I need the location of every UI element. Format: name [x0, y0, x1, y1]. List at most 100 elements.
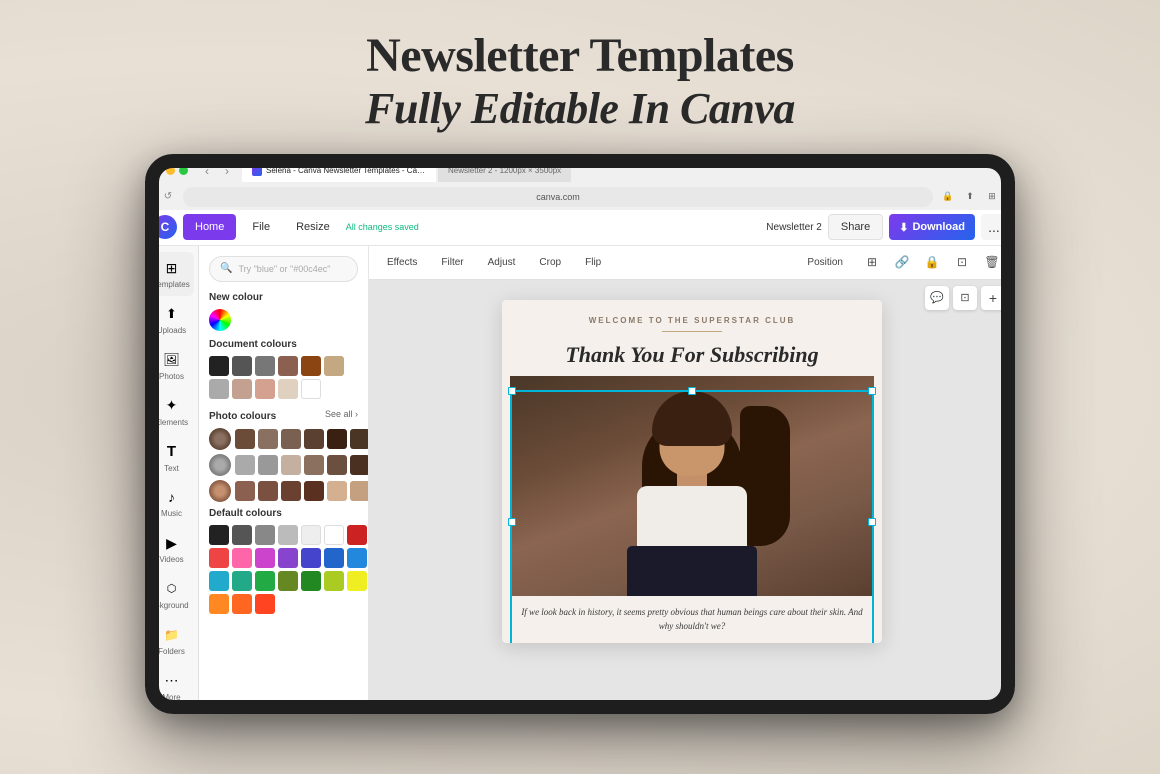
tab-active[interactable]: Selena - Canva Newsletter Templates - Ca… — [242, 160, 436, 182]
address-bar[interactable]: canva.com — [183, 187, 933, 207]
doc-swatch-2[interactable] — [232, 356, 252, 376]
default-swatch-12[interactable] — [301, 548, 321, 568]
doc-swatch-4[interactable] — [278, 356, 298, 376]
default-swatch-17[interactable] — [255, 571, 275, 591]
photo-swatch-2-4[interactable] — [304, 455, 324, 475]
selection-handle-ml — [508, 518, 516, 526]
photo-swatch-1-4[interactable] — [304, 429, 324, 449]
link-icon[interactable]: 🔗 — [889, 249, 915, 275]
doc-swatch-1[interactable] — [209, 356, 229, 376]
tab-inactive[interactable]: Newsletter 2 - 1200px × 3500px — [438, 160, 571, 182]
home-button[interactable]: Home — [183, 214, 236, 240]
sidebar-item-photos[interactable]: 🖼 Photos — [150, 344, 194, 388]
more-options-button[interactable]: ... — [981, 214, 1007, 240]
doc-swatch-7[interactable] — [209, 379, 229, 399]
sidebar-item-more[interactable]: ⋯ More — [150, 664, 194, 708]
comment-icon-btn[interactable]: 💬 — [925, 286, 949, 310]
arrange-icon[interactable]: ⊞ — [859, 249, 885, 275]
duplicate-icon-btn[interactable]: ⊡ — [953, 286, 977, 310]
see-all-link[interactable]: See all › — [325, 409, 358, 419]
default-swatch-15[interactable] — [209, 571, 229, 591]
photo-swatch-1-5[interactable] — [327, 429, 347, 449]
rainbow-swatch[interactable] — [209, 309, 231, 331]
color-search-bar[interactable]: 🔍 Try "blue" or "#00c4ec" — [209, 256, 358, 282]
sidebar-item-background[interactable]: ⬡ Bkground — [150, 573, 194, 617]
photo-swatch-1-2[interactable] — [258, 429, 278, 449]
photo-swatch-3-2[interactable] — [258, 481, 278, 501]
default-swatch-9[interactable] — [232, 548, 252, 568]
default-swatch-23[interactable] — [232, 594, 252, 614]
doc-swatch-9[interactable] — [255, 379, 275, 399]
default-swatch-20[interactable] — [324, 571, 344, 591]
photo-swatch-1-3[interactable] — [281, 429, 301, 449]
reload-button[interactable]: ↺ — [159, 188, 177, 206]
photo-thumb-1 — [209, 428, 231, 450]
default-swatch-3[interactable] — [255, 525, 275, 545]
add-element-btn[interactable]: + — [981, 286, 1005, 310]
lock-icon[interactable]: 🔒 — [919, 249, 945, 275]
default-swatch-10[interactable] — [255, 548, 275, 568]
sidebar-item-text[interactable]: T Text — [150, 435, 194, 479]
position-button[interactable]: Position — [799, 249, 851, 275]
photo-swatch-3-5[interactable] — [327, 481, 347, 501]
default-swatch-11[interactable] — [278, 548, 298, 568]
default-swatch-21[interactable] — [347, 571, 367, 591]
photo-swatch-2-2[interactable] — [258, 455, 278, 475]
forward-button[interactable]: › — [218, 162, 236, 180]
sidebar-item-videos[interactable]: ▶ Videos — [150, 527, 194, 571]
default-swatch-4[interactable] — [278, 525, 298, 545]
default-swatch-24[interactable] — [255, 594, 275, 614]
sidebar-item-templates[interactable]: ⊞ Templates — [150, 252, 194, 296]
delete-icon[interactable]: 🗑 — [979, 249, 1005, 275]
sidebar-item-music[interactable]: ♪ Music — [150, 481, 194, 525]
default-swatch-18[interactable] — [278, 571, 298, 591]
doc-swatch-11[interactable] — [301, 379, 321, 399]
back-button[interactable]: ‹ — [198, 162, 216, 180]
photo-swatch-3-4[interactable] — [304, 481, 324, 501]
sidebar-item-folders[interactable]: 📁 Folders — [150, 618, 194, 662]
doc-swatch-5[interactable] — [301, 356, 321, 376]
download-button[interactable]: ⬇ Download — [889, 214, 975, 240]
default-swatch-19[interactable] — [301, 571, 321, 591]
traffic-light-yellow[interactable] — [166, 166, 175, 175]
background-icon: ⬡ — [162, 579, 182, 599]
doc-swatch-3[interactable] — [255, 356, 275, 376]
default-swatch-7[interactable] — [347, 525, 367, 545]
copy-icon[interactable]: ⊡ — [949, 249, 975, 275]
doc-swatch-10[interactable] — [278, 379, 298, 399]
traffic-light-green[interactable] — [179, 166, 188, 175]
default-swatch-5[interactable] — [301, 525, 321, 545]
photo-swatch-2-3[interactable] — [281, 455, 301, 475]
default-swatch-22[interactable] — [209, 594, 229, 614]
traffic-light-red[interactable] — [153, 166, 162, 175]
filter-button[interactable]: Filter — [433, 249, 471, 275]
new-tab-icon[interactable]: ⊞ — [983, 188, 1001, 206]
photo-swatch-2-1[interactable] — [235, 455, 255, 475]
sidebar-item-uploads[interactable]: ⬆ Uploads — [150, 298, 194, 342]
share-button[interactable]: Share — [828, 214, 883, 240]
photo-swatch-3-6[interactable] — [350, 481, 369, 501]
file-button[interactable]: File — [242, 214, 280, 240]
default-swatch-8[interactable] — [209, 548, 229, 568]
flip-button[interactable]: Flip — [577, 249, 609, 275]
default-swatch-1[interactable] — [209, 525, 229, 545]
photo-swatch-2-6[interactable] — [350, 455, 369, 475]
photo-swatch-3-3[interactable] — [281, 481, 301, 501]
share-browser-icon[interactable]: ⬆ — [961, 188, 979, 206]
default-swatch-6[interactable] — [324, 525, 344, 545]
default-swatch-14[interactable] — [347, 548, 367, 568]
default-swatch-13[interactable] — [324, 548, 344, 568]
default-swatch-16[interactable] — [232, 571, 252, 591]
doc-swatch-8[interactable] — [232, 379, 252, 399]
effects-button[interactable]: Effects — [379, 249, 425, 275]
photo-swatch-2-5[interactable] — [327, 455, 347, 475]
sidebar-item-elements[interactable]: ✦ Elements — [150, 389, 194, 433]
doc-swatch-6[interactable] — [324, 356, 344, 376]
adjust-button[interactable]: Adjust — [480, 249, 524, 275]
photo-swatch-3-1[interactable] — [235, 481, 255, 501]
photo-swatch-1-6[interactable] — [350, 429, 369, 449]
default-swatch-2[interactable] — [232, 525, 252, 545]
crop-button[interactable]: Crop — [531, 249, 569, 275]
photo-swatch-1-1[interactable] — [235, 429, 255, 449]
resize-button[interactable]: Resize — [286, 214, 340, 240]
